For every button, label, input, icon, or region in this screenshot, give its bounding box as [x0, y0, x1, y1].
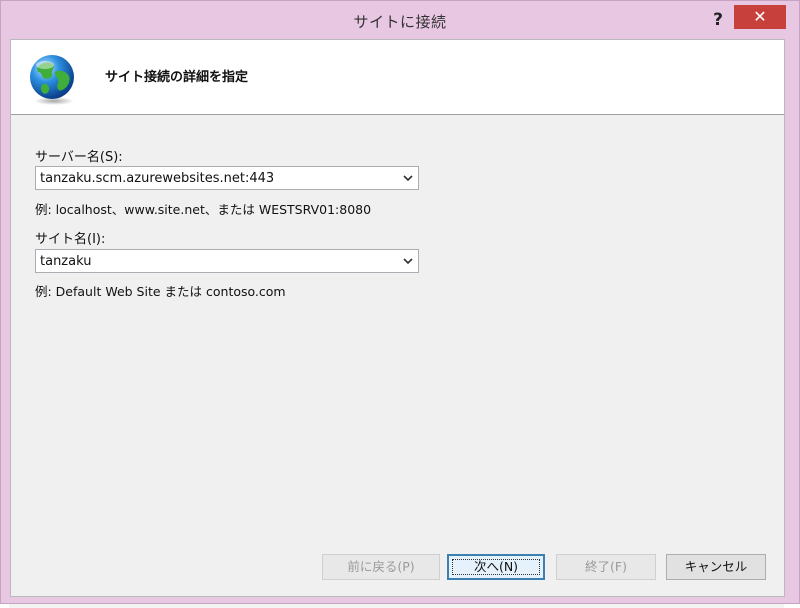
close-button[interactable]: ✕	[734, 5, 786, 29]
finish-button[interactable]: 終了(F)	[556, 554, 656, 580]
chevron-down-icon[interactable]	[402, 254, 414, 268]
focus-rectangle	[452, 559, 540, 575]
server-name-example: 例: localhost、www.site.net、または WESTSRV01:…	[35, 202, 372, 217]
help-button[interactable]: ?	[704, 9, 732, 31]
connect-site-dialog: サイトに接続 ? ✕ サイト接続の詳細を指定 サーバー名(S): tanzaku…	[0, 0, 800, 604]
site-name-value[interactable]: tanzaku	[40, 254, 91, 269]
wizard-header: サイト接続の詳細を指定	[11, 40, 784, 115]
site-name-label: サイト名(I):	[35, 232, 106, 247]
site-name-example: 例: Default Web Site または contoso.com	[35, 284, 286, 299]
next-button[interactable]: 次へ(N)	[447, 554, 545, 580]
cancel-button[interactable]: キャンセル	[666, 554, 766, 580]
server-name-combobox[interactable]: tanzaku.scm.azurewebsites.net:443	[35, 166, 419, 190]
server-name-value[interactable]: tanzaku.scm.azurewebsites.net:443	[40, 171, 274, 186]
back-button[interactable]: 前に戻る(P)	[322, 554, 440, 580]
dialog-title: サイトに接続	[353, 13, 447, 31]
globe-icon	[30, 55, 74, 105]
chevron-down-icon[interactable]	[402, 171, 414, 185]
dialog-client-area: サイト接続の詳細を指定 サーバー名(S): tanzaku.scm.azurew…	[10, 39, 785, 597]
dialog-titlebar[interactable]: サイトに接続 ? ✕	[1, 1, 799, 39]
site-name-combobox[interactable]: tanzaku	[35, 249, 419, 273]
wizard-step-title: サイト接続の詳細を指定	[105, 70, 249, 85]
server-name-label: サーバー名(S):	[35, 150, 123, 165]
